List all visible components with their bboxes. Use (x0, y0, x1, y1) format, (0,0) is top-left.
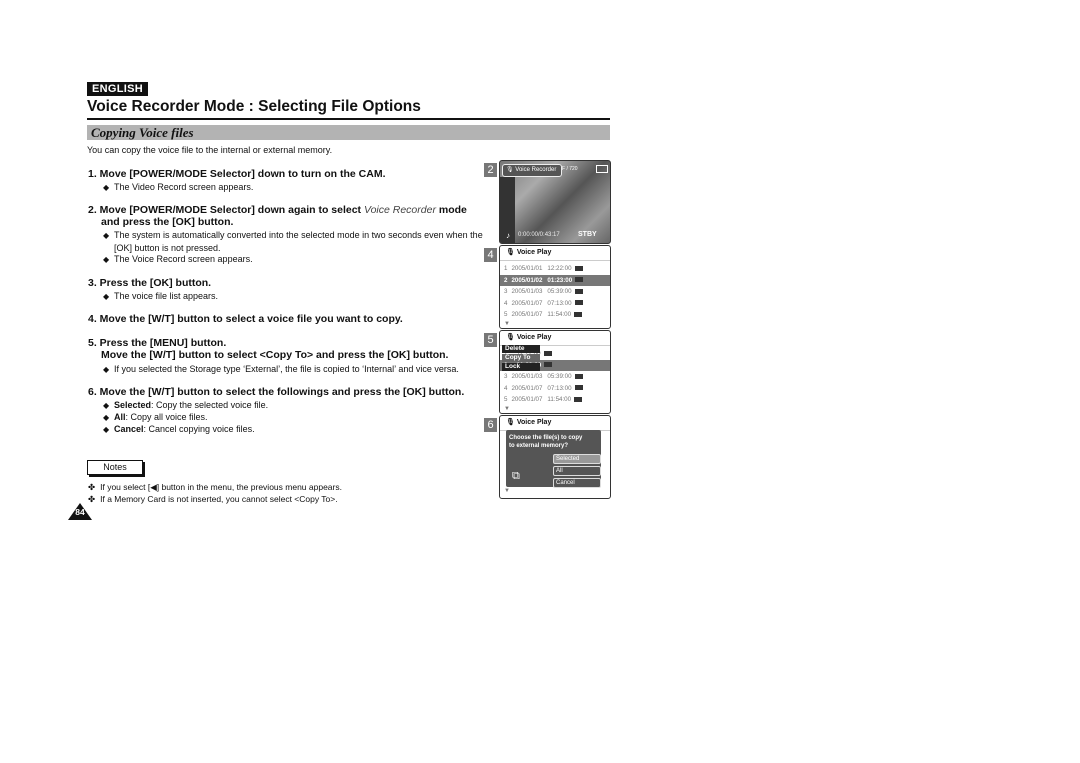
file-row[interactable]: 3 2005/01/03 05:39:00 (500, 371, 610, 383)
step-5-bullet: ◆ If you selected the Storage type ‘Exter… (103, 364, 459, 374)
file-row[interactable]: 5 2005/01/07 11:54:00 (500, 309, 610, 321)
file-time: 11:54:00 (547, 396, 572, 403)
file-time: 11:54:00 (547, 311, 572, 318)
note-item: ✤ If you select [◀] button in the menu, t… (88, 482, 342, 492)
title-divider (87, 118, 610, 120)
file-type-icon (574, 288, 583, 294)
file-row[interactable]: 1 2005/01/01 12:22:00 (500, 263, 610, 275)
screen-number: 2 (484, 163, 497, 177)
file-time: 05:39:00 (547, 288, 572, 295)
note-item: ✤ If a Memory Card is not inserted, you c… (88, 494, 338, 504)
file-time: 01:23:00 (547, 276, 573, 284)
file-index: 4 (504, 299, 508, 307)
file-index: 3 (504, 288, 508, 295)
page-number: 84 (75, 507, 85, 517)
file-index: 4 (504, 384, 508, 392)
notes-label: Notes (87, 460, 143, 475)
screen-video-record: 🎙 Voice Recorder F / 720 ♪ 0:00:00/0:43:… (499, 160, 611, 244)
step-1: 1. Move [POWER/MODE Selector] down to tu… (88, 168, 386, 180)
music-icon: ♪ (506, 231, 510, 240)
copy-icon: ⧉ (512, 470, 520, 482)
step-1-bullet: ◆ The Video Record screen appears. (103, 182, 254, 192)
file-date: 2005/01/02 (511, 276, 543, 284)
file-type-icon (574, 300, 583, 306)
file-type-icon (574, 265, 583, 271)
voice-play-header: 🎙 Voice Play (500, 246, 610, 261)
file-type-icon (543, 350, 552, 356)
screen-number: 5 (484, 333, 497, 347)
step-2-line2: and press the [OK] button. (101, 216, 234, 228)
scroll-down-icon[interactable]: ▼ (500, 406, 610, 412)
dialog-option-button[interactable]: Selected (553, 454, 601, 464)
file-row[interactable]: 5 2005/01/07 11:54:00 (500, 394, 610, 406)
battery-icon (596, 165, 608, 173)
file-row[interactable]: 4 2005/01/07 07:13:00 (500, 383, 610, 395)
menu-item[interactable]: Copy To (502, 354, 540, 362)
screen-number: 4 (484, 248, 497, 262)
voice-play-header: 🎙 Voice Play (500, 331, 610, 346)
file-type-icon (574, 396, 583, 402)
dialog-option-button[interactable]: Cancel (553, 478, 601, 488)
file-type-icon (574, 385, 583, 391)
file-index: 3 (504, 373, 508, 380)
dialog-question: Choose the file(s) to copy to external me… (509, 435, 583, 449)
scroll-down-icon[interactable]: ▼ (500, 321, 610, 327)
file-row[interactable]: 2 2005/01/02 01:23:00 (500, 274, 610, 286)
context-menu: Delete Copy To Lock (502, 345, 540, 372)
file-index: 2 (504, 276, 508, 284)
status-standby: STBY (578, 231, 597, 238)
step-2-bullet: ◆ The Voice Record screen appears. (103, 254, 253, 264)
dialog-options: Selected All Cancel (553, 454, 601, 490)
scroll-down-icon[interactable]: ▼ (504, 488, 510, 494)
step-2-bullet: ◆ The system is automatically converted i… (103, 230, 483, 253)
microphone-icon: 🎙 (506, 167, 514, 173)
file-time: 07:13:00 (547, 299, 572, 307)
file-type-icon (544, 362, 553, 368)
copy-dialog: Choose the file(s) to copy to external me… (506, 430, 601, 490)
intro-text: You can copy the voice file to the inter… (87, 145, 333, 155)
step-4: 4. Move the [W/T] button to select a voi… (88, 313, 403, 325)
file-date: 2005/01/07 (511, 299, 543, 307)
file-index: 1 (504, 265, 508, 272)
file-time: 05:39:00 (547, 373, 572, 380)
language-badge: ENGLISH (87, 82, 148, 96)
page-title: Voice Recorder Mode : Selecting File Opt… (87, 98, 421, 115)
step-3-bullet: ◆ The voice file list appears. (103, 291, 219, 301)
file-row[interactable]: 3 2005/01/03 05:39:00 (500, 286, 610, 298)
screen-copy-dialog: 🎙 Voice Play Choose the file(s) to copy t… (499, 415, 611, 499)
menu-item[interactable]: Delete (502, 345, 540, 353)
mode-indicator: 🎙 Voice Recorder (502, 164, 562, 177)
file-type-icon (574, 311, 583, 317)
step-5-line2: Move the [W/T] button to select <Copy To… (101, 349, 449, 361)
file-date: 2005/01/07 (511, 384, 543, 392)
step-3: 3. Press the [OK] button. (88, 277, 212, 289)
file-row[interactable]: 4 2005/01/07 07:13:00 (500, 298, 610, 310)
section-header: Copying Voice files (87, 125, 610, 140)
file-time: 12:22:00 (547, 265, 572, 272)
voice-play-header: 🎙 Voice Play (500, 416, 610, 431)
screen-number: 6 (484, 418, 497, 432)
counter: F / 720 (562, 166, 578, 172)
file-time: 07:13:00 (547, 384, 572, 392)
file-date: 2005/01/07 (511, 396, 543, 403)
step-6: 6. Move the [W/T] button to select the f… (88, 386, 465, 398)
file-date: 2005/01/07 (511, 311, 543, 318)
file-index: 5 (504, 311, 508, 318)
screen-voice-play-menu: 🎙 Voice Play 112:22:00201:23:0032005/01/… (499, 330, 611, 414)
file-date: 2005/01/03 (511, 373, 543, 380)
file-type-icon (574, 373, 583, 379)
dialog-option-button[interactable]: All (553, 466, 601, 476)
section-title: Copying Voice files (91, 125, 194, 140)
menu-item[interactable]: Lock (502, 363, 540, 371)
file-date: 2005/01/01 (511, 265, 543, 272)
file-type-icon (575, 277, 584, 283)
file-date: 2005/01/03 (511, 288, 543, 295)
screen-voice-play-list: 🎙 Voice Play 1 2005/01/01 12:22:00 2 2005/01… (499, 245, 611, 329)
timecode: 0:00:00/0:43:17 (518, 232, 560, 238)
file-index: 5 (504, 396, 508, 403)
step-6-bullet: ◆ Cancel: Cancel copying voice files. (103, 424, 255, 434)
